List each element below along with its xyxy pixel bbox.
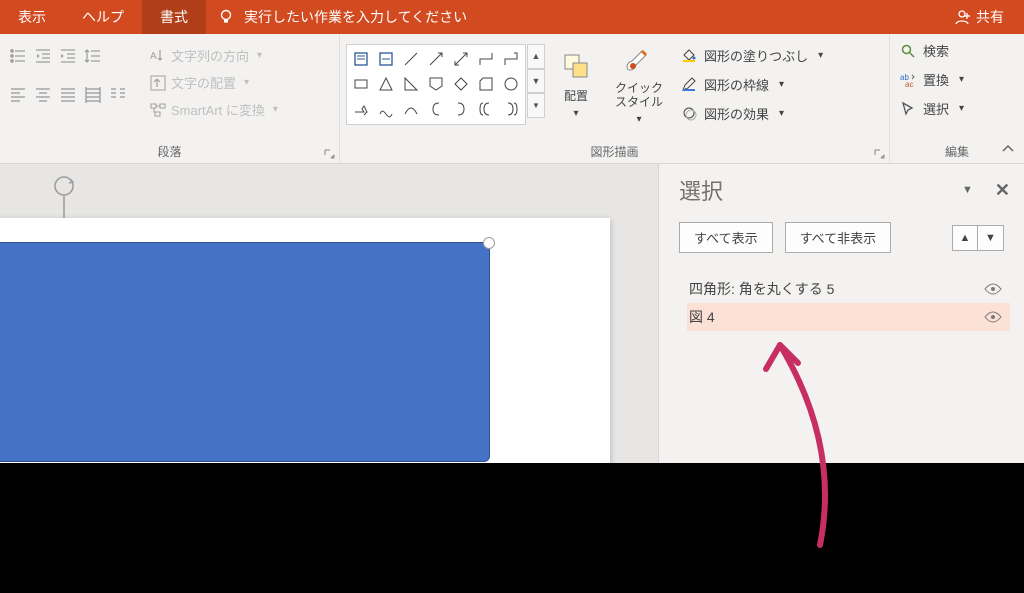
indent-decrease-button[interactable] bbox=[31, 44, 55, 68]
share-button[interactable]: 共有 bbox=[954, 7, 1004, 27]
eye-icon[interactable] bbox=[984, 283, 1004, 295]
share-label: 共有 bbox=[976, 7, 1004, 27]
search-icon bbox=[900, 43, 916, 59]
slide-canvas[interactable] bbox=[0, 164, 658, 463]
ribbon: A 文字列の方向▾ 文字の配置▾ SmartArt に変換▾ 段落 bbox=[0, 34, 1024, 164]
cursor-icon bbox=[900, 101, 916, 117]
dialog-launcher-icon[interactable] bbox=[323, 148, 335, 160]
pane-close-button[interactable]: ✕ bbox=[995, 180, 1010, 201]
align-justify-button[interactable] bbox=[56, 82, 80, 106]
gallery-up-button[interactable]: ▲ bbox=[527, 44, 545, 69]
group-label-drawing: 図形描画 bbox=[346, 140, 883, 161]
selection-pane: 選択 ▼ ✕ すべて表示 すべて非表示 ▲ ▼ 四角形: 角を丸くする 5 図 … bbox=[658, 164, 1024, 463]
tell-me-search[interactable]: 実行したい作業を入力してください bbox=[218, 7, 467, 27]
selection-item[interactable]: 四角形: 角を丸くする 5 bbox=[687, 275, 1010, 303]
selection-pane-title: 選択 bbox=[679, 174, 723, 206]
tab-help[interactable]: ヘルプ bbox=[64, 0, 142, 34]
tab-format[interactable]: 書式 bbox=[142, 0, 206, 34]
find-button[interactable]: 検索 bbox=[896, 40, 967, 61]
text-direction-button[interactable]: A 文字列の方向▾ bbox=[146, 44, 281, 67]
shapes-gallery[interactable] bbox=[346, 44, 526, 125]
pane-options-button[interactable]: ▼ bbox=[962, 184, 973, 196]
align-center-button[interactable] bbox=[31, 82, 55, 106]
svg-text:A: A bbox=[150, 51, 157, 62]
selection-item-label: 四角形: 角を丸くする 5 bbox=[689, 279, 834, 299]
distributed-button[interactable] bbox=[81, 82, 105, 106]
select-button[interactable]: 選択▾ bbox=[896, 98, 967, 119]
tell-me-placeholder: 実行したい作業を入力してください bbox=[244, 7, 467, 27]
convert-smartart-button[interactable]: SmartArt に変換▾ bbox=[146, 98, 281, 121]
shape-outline-button[interactable]: 図形の枠線▾ bbox=[677, 74, 826, 95]
collapse-ribbon-icon[interactable] bbox=[1000, 141, 1016, 157]
brush-icon bbox=[622, 44, 656, 78]
line-spacing-button[interactable] bbox=[81, 44, 105, 68]
arrange-icon bbox=[559, 49, 593, 83]
smartart-icon bbox=[149, 101, 167, 119]
pen-outline-icon bbox=[681, 76, 697, 92]
move-down-button[interactable]: ▼ bbox=[978, 225, 1004, 251]
svg-text:ac: ac bbox=[905, 80, 913, 88]
text-align-button[interactable]: 文字の配置▾ bbox=[146, 71, 281, 94]
selected-rounded-rectangle[interactable] bbox=[0, 242, 490, 462]
person-icon bbox=[954, 9, 970, 25]
shape-fill-button[interactable]: 図形の塗りつぶし▾ bbox=[677, 45, 826, 66]
text-direction-icon: A bbox=[149, 47, 167, 65]
workspace: 選択 ▼ ✕ すべて表示 すべて非表示 ▲ ▼ 四角形: 角を丸くする 5 図 … bbox=[0, 164, 1024, 463]
text-align-icon bbox=[149, 74, 167, 92]
eye-icon[interactable] bbox=[984, 311, 1004, 323]
lightbulb-icon bbox=[218, 9, 234, 25]
effects-icon bbox=[681, 105, 697, 121]
columns-button[interactable] bbox=[106, 82, 130, 106]
group-label-paragraph: 段落 bbox=[6, 140, 333, 161]
replace-button[interactable]: abac 置換▾ bbox=[896, 69, 967, 90]
rotate-handle-icon[interactable] bbox=[50, 174, 78, 220]
hide-all-button[interactable]: すべて非表示 bbox=[785, 222, 892, 253]
replace-icon: abac bbox=[900, 72, 916, 88]
arrange-button[interactable]: 配置▾ bbox=[551, 44, 601, 125]
selection-item[interactable]: 図 4 bbox=[687, 303, 1010, 331]
bullets-button[interactable] bbox=[6, 44, 30, 68]
gallery-down-button[interactable]: ▼ bbox=[527, 69, 545, 94]
move-up-button[interactable]: ▲ bbox=[952, 225, 978, 251]
selection-list: 四角形: 角を丸くする 5 図 4 bbox=[659, 263, 1024, 331]
quick-styles-button[interactable]: クイック スタイル▾ bbox=[607, 44, 671, 125]
resize-handle[interactable] bbox=[483, 237, 495, 249]
tab-view[interactable]: 表示 bbox=[0, 0, 64, 34]
align-left-button[interactable] bbox=[6, 82, 30, 106]
shape-effects-button[interactable]: 図形の効果▾ bbox=[677, 103, 826, 124]
indent-increase-button[interactable] bbox=[56, 44, 80, 68]
title-bar: 表示 ヘルプ 書式 実行したい作業を入力してください 共有 bbox=[0, 0, 1024, 34]
dialog-launcher-icon[interactable] bbox=[873, 148, 885, 160]
gallery-more-button[interactable]: ▼ bbox=[527, 93, 545, 118]
selection-item-label: 図 4 bbox=[689, 307, 715, 327]
show-all-button[interactable]: すべて表示 bbox=[679, 222, 773, 253]
paint-bucket-icon bbox=[681, 47, 697, 63]
